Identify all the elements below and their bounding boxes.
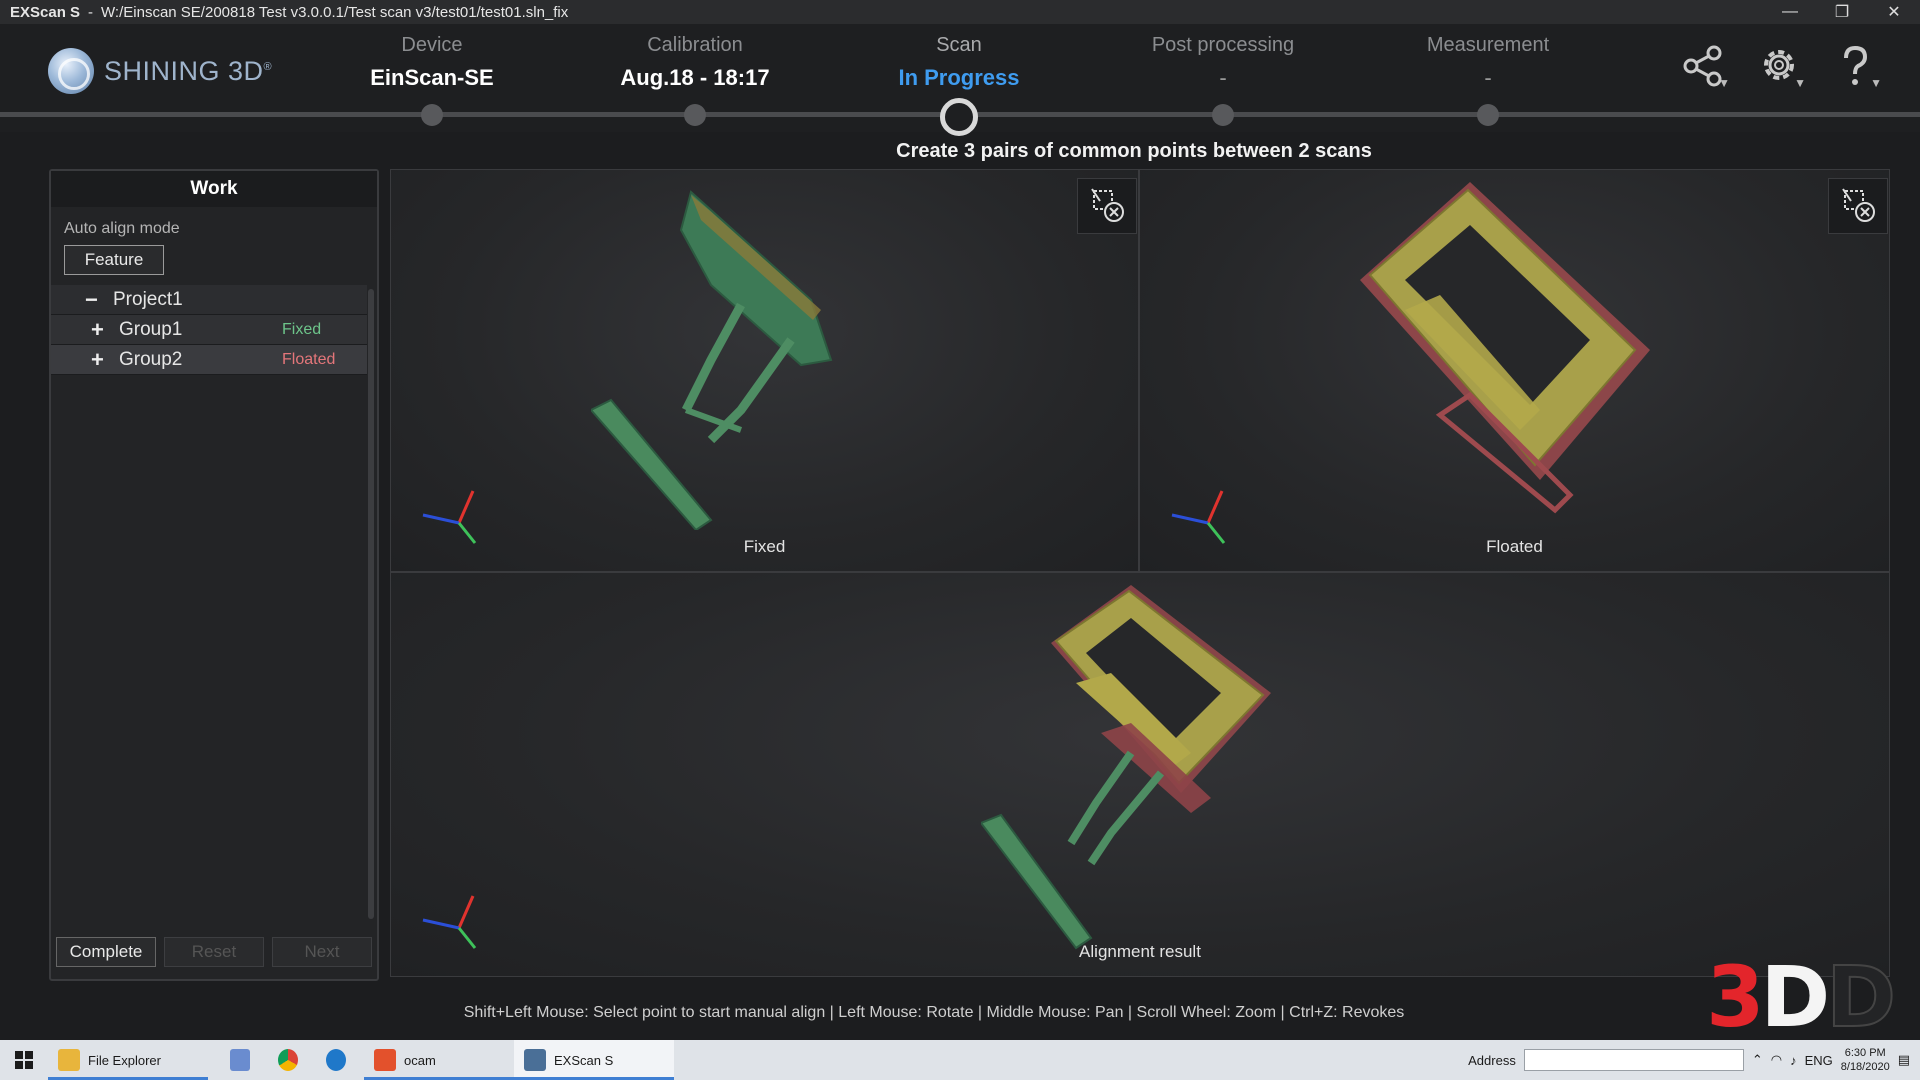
exscan-icon — [524, 1049, 546, 1071]
taskbar-app-pinned[interactable] — [220, 1040, 268, 1080]
ocam-icon — [374, 1049, 396, 1071]
step-value: Aug.18 - 18:17 — [620, 65, 770, 90]
auto-align-mode-label: Auto align mode — [64, 220, 180, 237]
chevron-down-icon: ▼ — [1718, 76, 1730, 90]
expand-icon[interactable]: + — [91, 317, 119, 343]
work-panel: Work Auto align mode Feature − Project1 … — [49, 169, 379, 981]
status-badge-floated: Floated — [282, 350, 336, 368]
address-label: Address — [1468, 1052, 1516, 1068]
next-button[interactable]: Next — [272, 937, 372, 967]
tree-item-label: Group2 — [119, 348, 183, 370]
tree-item-group2[interactable]: + Group2 Floated — [51, 345, 367, 375]
expand-icon[interactable]: + — [91, 347, 119, 373]
chrome-icon — [278, 1049, 298, 1071]
step-dot-device — [421, 104, 443, 126]
taskbar-edge[interactable] — [316, 1040, 364, 1080]
step-calibration[interactable]: Calibration Aug.18 - 18:17 — [565, 34, 825, 91]
project-tree: − Project1 + Group1 Fixed + Group2 Float… — [51, 285, 367, 375]
step-dot-measurement — [1477, 104, 1499, 126]
close-view-icon[interactable] — [1077, 178, 1137, 234]
close-view-icon[interactable] — [1828, 178, 1888, 234]
step-value: - — [1219, 65, 1227, 90]
chevron-down-icon: ▼ — [1794, 76, 1806, 90]
step-title: Measurement — [1426, 34, 1550, 56]
taskbar-exscan[interactable]: EXScan S — [514, 1040, 674, 1080]
taskbar-file-explorer[interactable]: File Explorer — [48, 1040, 208, 1080]
complete-button[interactable]: Complete — [56, 937, 156, 967]
tray-chevron-icon[interactable]: ⌃ — [1752, 1052, 1763, 1068]
step-value: In Progress — [898, 65, 1020, 90]
edge-icon — [326, 1049, 346, 1071]
step-dot-post-processing — [1212, 104, 1234, 126]
step-title: Device — [401, 34, 463, 56]
help-icon[interactable]: ▼ — [1834, 44, 1884, 94]
step-scan[interactable]: Scan In Progress — [829, 34, 1089, 91]
mouse-controls-hint: Shift+Left Mouse: Select point to start … — [463, 1004, 1405, 1021]
app-header: SHINING 3D® Device EinScan-SE Calibratio… — [0, 24, 1920, 136]
feature-button[interactable]: Feature — [64, 245, 164, 275]
workflow-steps: Device EinScan-SE Calibration Aug.18 - 1… — [0, 24, 1920, 136]
app-icon — [230, 1049, 250, 1071]
viewport-label-fixed: Fixed — [743, 537, 786, 556]
status-badge-fixed: Fixed — [282, 320, 322, 338]
step-value: EinScan-SE — [370, 65, 494, 90]
step-value: - — [1484, 65, 1492, 90]
collapse-icon[interactable]: − — [85, 287, 113, 313]
viewport-label-result: Alignment result — [1079, 942, 1201, 961]
tree-item-project1[interactable]: − Project1 — [51, 285, 367, 315]
tree-item-label: Project1 — [113, 288, 183, 310]
viewport-alignment-result[interactable]: Alignment result — [390, 572, 1890, 977]
folder-icon — [58, 1049, 80, 1071]
minimize-button[interactable]: — — [1764, 0, 1816, 24]
notification-icon[interactable]: ▤ — [1898, 1052, 1910, 1068]
reset-button[interactable]: Reset — [164, 937, 264, 967]
tree-item-label: Group1 — [119, 318, 183, 340]
window-titlebar: EXScan S - W:/Einscan SE/200818 Test v3.… — [0, 0, 1920, 24]
step-measurement[interactable]: Measurement - — [1358, 34, 1618, 91]
title-separator: - — [88, 3, 94, 21]
instruction-text: Create 3 pairs of common points between … — [896, 140, 1372, 162]
app-name: EXScan S — [10, 3, 81, 21]
language-indicator[interactable]: ENG — [1805, 1053, 1833, 1068]
file-path: W:/Einscan SE/200818 Test v3.0.0.1/Test … — [101, 3, 569, 21]
taskbar-chrome[interactable] — [268, 1040, 316, 1080]
step-device[interactable]: Device EinScan-SE — [302, 34, 562, 91]
viewport-label-floated: Floated — [1486, 537, 1543, 556]
floated-scan-model — [1360, 182, 1650, 514]
chevron-down-icon: ▼ — [1870, 76, 1882, 90]
windows-taskbar: File Explorer ocam EXScan S Address ⌃ ◠ … — [0, 1040, 1920, 1080]
fixed-scan-model — [591, 190, 833, 530]
close-button[interactable]: ✕ — [1868, 0, 1920, 24]
step-post-processing[interactable]: Post processing - — [1093, 34, 1353, 91]
step-title: Calibration — [647, 34, 743, 56]
3d-watermark-logo: 3DD — [1706, 947, 1897, 1047]
share-icon[interactable]: ▼ — [1682, 44, 1732, 94]
step-title: Scan — [936, 34, 982, 56]
address-input[interactable] — [1523, 1049, 1744, 1071]
step-dot-scan-current — [940, 98, 978, 136]
taskbar-ocam[interactable]: ocam — [364, 1040, 514, 1080]
restore-button[interactable]: ❐ — [1816, 0, 1868, 24]
system-clock[interactable]: 6:30 PM 8/18/2020 — [1841, 1046, 1890, 1074]
step-title: Post processing — [1151, 34, 1295, 56]
tree-scrollbar[interactable] — [368, 289, 374, 919]
work-panel-title: Work — [51, 171, 377, 207]
alignment-result-model — [981, 585, 1271, 950]
network-icon[interactable]: ◠ — [1771, 1052, 1782, 1068]
windows-start-icon[interactable] — [0, 1040, 48, 1080]
tree-item-group1[interactable]: + Group1 Fixed — [51, 315, 367, 345]
step-dot-calibration — [684, 104, 706, 126]
viewport-floated[interactable]: Floated — [1139, 169, 1890, 572]
viewport-fixed[interactable]: Fixed — [390, 169, 1139, 572]
gear-icon[interactable]: ▼ — [1758, 44, 1808, 94]
volume-icon[interactable]: ♪ — [1790, 1053, 1797, 1068]
